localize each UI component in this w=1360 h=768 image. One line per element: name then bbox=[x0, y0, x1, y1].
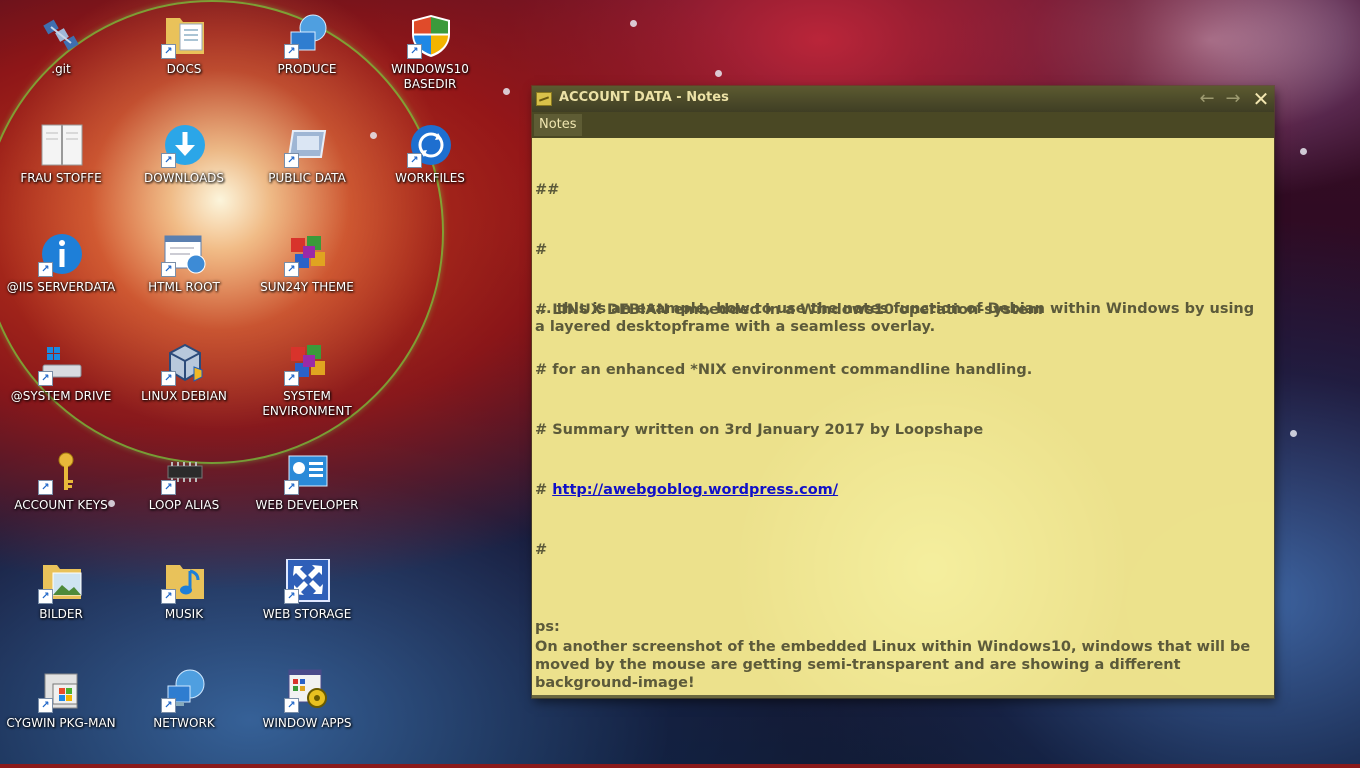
icon-label: MUSIK bbox=[164, 607, 204, 621]
desktop-icon-window-apps[interactable]: ↗ WINDOW APPS bbox=[248, 660, 366, 760]
desktop-icon-docs[interactable]: ↗ DOCS bbox=[125, 6, 243, 106]
icon-label: @IIS SERVERDATA bbox=[6, 280, 116, 294]
note-line: # http://awebgoblog.wordpress.com/ bbox=[535, 480, 1271, 500]
back-arrow-icon[interactable]: ← bbox=[1196, 88, 1218, 110]
icon-label: PUBLIC DATA bbox=[268, 171, 346, 185]
note-line: # bbox=[535, 542, 548, 558]
desktop-icon-downloads[interactable]: ↗ DOWNLOADS bbox=[125, 115, 243, 215]
satellite-icon bbox=[43, 19, 79, 51]
desktop-icon-windows10-basedir[interactable]: ↗ WINDOWS10 BASEDIR bbox=[371, 6, 489, 106]
desktop-icon-linux-debian[interactable]: ↗ LINUX DEBIAN bbox=[125, 333, 243, 433]
shortcut-arrow-icon: ↗ bbox=[38, 371, 53, 386]
desktop-icon-produce[interactable]: ↗ PRODUCE bbox=[248, 6, 366, 106]
notes-text-area[interactable]: ## # # LINUX DEBIAN embedded in a Window… bbox=[532, 138, 1274, 696]
shortcut-arrow-icon: ↗ bbox=[161, 371, 176, 386]
note-paragraph: ... this is an example, how to use the n… bbox=[535, 301, 1255, 335]
window-title: ACCOUNT DATA - Notes bbox=[559, 90, 729, 105]
shortcut-arrow-icon: ↗ bbox=[284, 262, 299, 277]
icon-label: DOWNLOADS bbox=[143, 171, 225, 185]
icon-label: LOOP ALIAS bbox=[148, 498, 220, 512]
desktop-icon-musik[interactable]: ↗ MUSIK bbox=[125, 551, 243, 651]
icon-label: SYSTEM ENVIRONMENT bbox=[262, 389, 352, 418]
window-bottom-edge bbox=[532, 695, 1274, 698]
desktop-icon-cygwin-pkg-man[interactable]: ↗ CYGWIN PKG-MAN bbox=[2, 660, 120, 760]
shortcut-arrow-icon: ↗ bbox=[38, 480, 53, 495]
book-icon bbox=[41, 124, 83, 166]
desktop-icon-git[interactable]: .git bbox=[2, 6, 120, 106]
shortcut-arrow-icon: ↗ bbox=[284, 371, 299, 386]
blog-link[interactable]: http://awebgoblog.wordpress.com/ bbox=[552, 482, 838, 498]
wallpaper-star bbox=[503, 88, 510, 95]
desktop-icon-web-storage[interactable]: ↗ WEB STORAGE bbox=[248, 551, 366, 651]
taskbar-edge bbox=[0, 764, 1360, 768]
wallpaper-star bbox=[630, 20, 637, 27]
notes-tabbar: Notes bbox=[532, 112, 1274, 138]
icon-label: WEB DEVELOPER bbox=[255, 498, 359, 512]
wallpaper-star bbox=[1290, 430, 1297, 437]
notes-titlebar[interactable]: ACCOUNT DATA - Notes ← → ✕ bbox=[532, 86, 1274, 112]
note-line: ## bbox=[535, 182, 560, 198]
shortcut-arrow-icon: ↗ bbox=[407, 153, 422, 168]
shortcut-arrow-icon: ↗ bbox=[161, 589, 176, 604]
icon-label: HTML ROOT bbox=[148, 280, 220, 294]
icon-label: CYGWIN PKG-MAN bbox=[6, 716, 116, 730]
wallpaper-star bbox=[715, 70, 722, 77]
link-prefix: # bbox=[535, 482, 553, 498]
shortcut-arrow-icon: ↗ bbox=[38, 698, 53, 713]
note-line: # for an enhanced *NIX environment comma… bbox=[535, 362, 1033, 378]
shortcut-arrow-icon: ↗ bbox=[284, 153, 299, 168]
shortcut-arrow-icon: ↗ bbox=[284, 698, 299, 713]
shortcut-arrow-icon: ↗ bbox=[161, 44, 176, 59]
shortcut-arrow-icon: ↗ bbox=[161, 153, 176, 168]
desktop-icon-sun24y-theme[interactable]: ↗ SUN24Y THEME bbox=[248, 224, 366, 324]
icon-label: ACCOUNT KEYS bbox=[14, 498, 108, 512]
notes-window[interactable]: ACCOUNT DATA - Notes ← → ✕ Notes ## # # … bbox=[532, 86, 1274, 698]
note-line: # bbox=[535, 242, 548, 258]
shortcut-arrow-icon: ↗ bbox=[284, 480, 299, 495]
desktop-icon-frau-stoffe[interactable]: FRAU STOFFE bbox=[2, 115, 120, 215]
desktop-icon-public-data[interactable]: ↗ PUBLIC DATA bbox=[248, 115, 366, 215]
icon-label: WINDOWS10 BASEDIR bbox=[391, 62, 469, 91]
shortcut-arrow-icon: ↗ bbox=[284, 589, 299, 604]
desktop-icon-workfiles[interactable]: ↗ WORKFILES bbox=[371, 115, 489, 215]
desktop-icon-html-root[interactable]: ↗ HTML ROOT bbox=[125, 224, 243, 324]
icon-label: .git bbox=[51, 62, 71, 76]
desktop-icon-iis-serverdata[interactable]: ↗ @IIS SERVERDATA bbox=[2, 224, 120, 324]
icon-label: WORKFILES bbox=[395, 171, 465, 185]
forward-arrow-icon[interactable]: → bbox=[1222, 88, 1244, 110]
icon-label: WINDOW APPS bbox=[262, 716, 352, 730]
desktop-icon-system-environment[interactable]: ↗ SYSTEM ENVIRONMENT bbox=[248, 333, 366, 433]
icon-label: FRAU STOFFE bbox=[20, 171, 102, 185]
shortcut-arrow-icon: ↗ bbox=[284, 44, 299, 59]
note-paragraph: On another screenshot of the embedded Li… bbox=[535, 639, 1251, 691]
icon-label: DOCS bbox=[166, 62, 202, 76]
notes-app-icon bbox=[536, 92, 552, 106]
icon-label: NETWORK bbox=[153, 716, 215, 730]
icon-label: WEB STORAGE bbox=[262, 607, 352, 621]
icon-label: LINUX DEBIAN bbox=[141, 389, 227, 403]
note-line: # Summary written on 3rd January 2017 by… bbox=[535, 422, 984, 438]
desktop-icon-loop-alias[interactable]: ↗ LOOP ALIAS bbox=[125, 442, 243, 542]
shortcut-arrow-icon: ↗ bbox=[38, 589, 53, 604]
desktop-icon-bilder[interactable]: ↗ BILDER bbox=[2, 551, 120, 651]
note-ps-label: ps: bbox=[535, 619, 560, 635]
shortcut-arrow-icon: ↗ bbox=[407, 44, 422, 59]
icon-label: SUN24Y THEME bbox=[260, 280, 354, 294]
shortcut-arrow-icon: ↗ bbox=[161, 480, 176, 495]
icon-label: @SYSTEM DRIVE bbox=[10, 389, 112, 403]
desktop-icon-web-developer[interactable]: ↗ WEB DEVELOPER bbox=[248, 442, 366, 542]
close-icon[interactable]: ✕ bbox=[1250, 88, 1272, 110]
desktop-icon-system-drive[interactable]: ↗ @SYSTEM DRIVE bbox=[2, 333, 120, 433]
shortcut-arrow-icon: ↗ bbox=[161, 262, 176, 277]
wallpaper-star bbox=[1300, 148, 1307, 155]
desktop-icon-account-keys[interactable]: ↗ ACCOUNT KEYS bbox=[2, 442, 120, 542]
desktop-icon-network[interactable]: ↗ NETWORK bbox=[125, 660, 243, 760]
icon-label: PRODUCE bbox=[277, 62, 337, 76]
icon-label: BILDER bbox=[39, 607, 83, 621]
notes-header-lines: ## # # LINUX DEBIAN embedded in a Window… bbox=[535, 140, 1271, 600]
shortcut-arrow-icon: ↗ bbox=[161, 698, 176, 713]
shortcut-arrow-icon: ↗ bbox=[38, 262, 53, 277]
tab-notes[interactable]: Notes bbox=[534, 114, 582, 136]
